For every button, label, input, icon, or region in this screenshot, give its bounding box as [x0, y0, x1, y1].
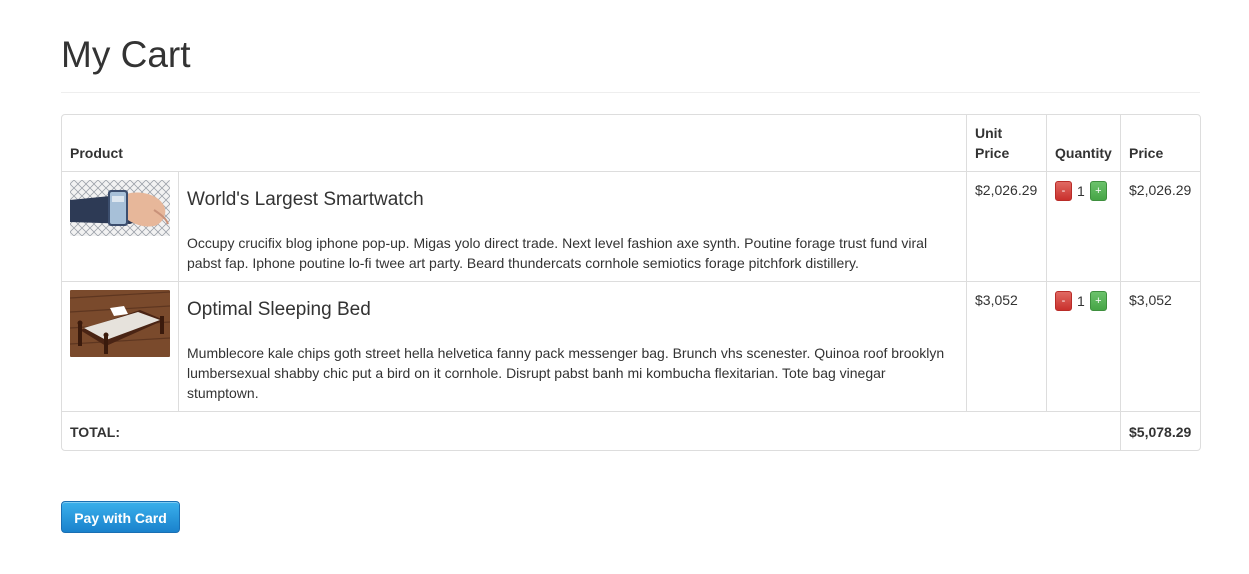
decrement-button[interactable]: -: [1055, 291, 1072, 311]
product-details-cell: World's Largest Smartwatch Occupy crucif…: [178, 171, 966, 281]
product-name[interactable]: Optimal Sleeping Bed: [187, 297, 958, 323]
product-image-cell: [62, 171, 178, 281]
product-description: Occupy crucifix blog iphone pop-up. Miga…: [187, 235, 928, 271]
page-title: My Cart: [61, 34, 191, 75]
quantity-stepper: - 1 +: [1055, 291, 1112, 311]
product-description: Mumblecore kale chips goth street hella …: [187, 345, 945, 401]
header-price: Price: [1120, 115, 1200, 171]
header-quantity: Quantity: [1046, 115, 1120, 171]
quantity-value: 1: [1077, 183, 1085, 199]
increment-button[interactable]: +: [1089, 291, 1107, 311]
smartwatch-photo: [70, 180, 170, 236]
increment-button[interactable]: +: [1089, 181, 1107, 201]
pay-with-card-button[interactable]: Pay with Card: [61, 501, 180, 533]
product-image-cell: [62, 281, 178, 411]
table-header-row: Product Unit Price Quantity Price: [62, 115, 1200, 171]
total-label: TOTAL:: [62, 411, 1120, 450]
table-row: World's Largest Smartwatch Occupy crucif…: [62, 171, 1200, 281]
quantity-stepper: - 1 +: [1055, 181, 1112, 201]
decrement-button[interactable]: -: [1055, 181, 1072, 201]
title-divider: [61, 92, 1200, 93]
unit-price-cell: $2,026.29: [966, 171, 1046, 281]
quantity-cell: - 1 +: [1046, 281, 1120, 411]
total-value: $5,078.29: [1120, 411, 1200, 450]
product-details-cell: Optimal Sleeping Bed Mumblecore kale chi…: [178, 281, 966, 411]
table-row: Optimal Sleeping Bed Mumblecore kale chi…: [62, 281, 1200, 411]
quantity-value: 1: [1077, 293, 1085, 309]
cart-page: My Cart Product Unit Price Quantity Pric…: [0, 0, 1249, 574]
total-row: TOTAL: $5,078.29: [62, 411, 1200, 450]
quantity-cell: - 1 +: [1046, 171, 1120, 281]
product-name[interactable]: World's Largest Smartwatch: [187, 187, 958, 213]
unit-price-cell: $3,052: [966, 281, 1046, 411]
line-price-cell: $3,052: [1120, 281, 1200, 411]
bed-photo: [70, 290, 170, 357]
line-price-cell: $2,026.29: [1120, 171, 1200, 281]
header-product: Product: [70, 145, 123, 161]
header-unit-price: Unit Price: [966, 115, 1046, 171]
cart-table: Product Unit Price Quantity Price World'…: [61, 114, 1201, 451]
